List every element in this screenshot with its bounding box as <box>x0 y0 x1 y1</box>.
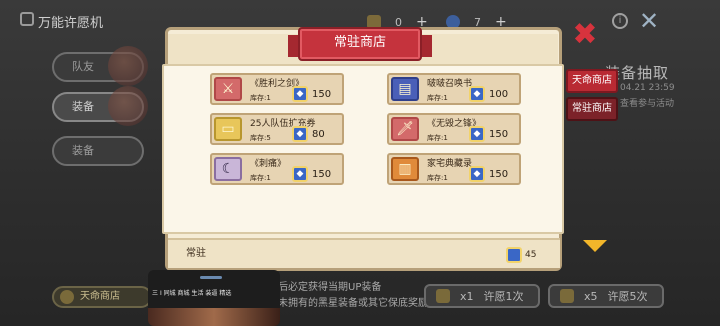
sword-icon: ⚔ <box>214 77 242 101</box>
banner-event-link[interactable]: 查看参与活动 <box>620 96 674 109</box>
wish-once-label: 许愿1次 <box>483 290 524 303</box>
currency-count: 45 <box>525 250 537 260</box>
mini-tab-bar: 三 I 同城 商城 生活 装逼 精选 <box>152 288 276 302</box>
ticket-icon <box>560 289 574 303</box>
ticket-icon: ▭ <box>214 117 242 141</box>
item-stock: 库存:1 <box>250 94 271 102</box>
mini-tab[interactable]: 精选 <box>219 290 231 297</box>
item-stock: 库存:1 <box>427 94 448 102</box>
item-price: 150 <box>312 169 332 180</box>
wish-five-button[interactable]: x5 许愿5次 <box>548 284 664 308</box>
gem-icon: ◆ <box>469 166 485 182</box>
shop-item[interactable]: 🗡 《无毁之锋》 库存:1 ◆ 150 <box>387 113 521 149</box>
shop-item[interactable]: ▭ 25人队伍扩充券 库存:5 ◆ 80 <box>210 113 344 149</box>
item-price: 150 <box>489 129 509 140</box>
destiny-shop-label: 天命商店 <box>80 291 120 302</box>
tab-equipment-label: 装备 <box>72 100 94 113</box>
tab-destiny-shop[interactable]: 天命商店 <box>566 69 618 93</box>
info-icon[interactable]: i <box>612 13 628 29</box>
mini-tab[interactable]: I 同城 <box>160 290 176 297</box>
item-name: 家宅典藏录 <box>427 159 473 169</box>
item-price: 150 <box>312 89 332 100</box>
item-price: 150 <box>489 169 509 180</box>
gem-icon: ◆ <box>292 86 308 102</box>
wish-once-button[interactable]: x1 许愿1次 <box>424 284 540 308</box>
shop-item[interactable]: ☾ 《刺痛》 库存:1 ◆ 150 <box>210 153 344 189</box>
item-stock: 库存:1 <box>427 134 448 142</box>
destiny-shop-button[interactable]: 天命商店 <box>52 286 152 308</box>
tab-teammate-label: 队友 <box>72 60 94 73</box>
wish-once-count: x1 <box>460 289 474 303</box>
wish-five-label: 许愿5次 <box>607 290 648 303</box>
banner-deadline: 04.21 23:59 <box>620 83 675 93</box>
shop-title: 常驻商店 <box>288 27 432 61</box>
tab-equipment[interactable]: 装备 <box>52 86 148 126</box>
tab-equipment-2-label: 装备 <box>72 144 94 157</box>
item-name: 啵啵召唤书 <box>427 79 473 89</box>
gem-icon: ◆ <box>469 86 485 102</box>
guarantee-note-1: 后必定获得当期UP装备 <box>278 282 382 293</box>
item-stock: 库存:1 <box>427 174 448 182</box>
ticket-icon <box>436 289 450 303</box>
page-title: 万能许愿机 <box>38 16 104 31</box>
chevron-down-icon[interactable] <box>583 240 607 252</box>
mini-tab[interactable]: 商城 <box>178 290 190 297</box>
gem-icon <box>506 247 522 263</box>
star-icon[interactable]: ✕ <box>636 8 662 34</box>
gem-icon: ◆ <box>292 166 308 182</box>
gem-icon: ◆ <box>292 126 308 142</box>
shop-icon <box>60 290 74 304</box>
blade-icon: 🗡 <box>391 117 419 141</box>
gem-icon: ◆ <box>469 126 485 142</box>
item-price: 80 <box>312 129 325 140</box>
wish-five-count: x5 <box>584 289 598 303</box>
item-price: 100 <box>489 89 509 100</box>
item-stock: 库存:1 <box>250 174 271 182</box>
shop-item[interactable]: ▤ 啵啵召唤书 库存:1 ◆ 100 <box>387 73 521 109</box>
tab-equipment-2[interactable]: 装备 <box>52 136 144 166</box>
tab-teammate[interactable]: 队友 <box>52 46 148 86</box>
scythe-icon: ☾ <box>214 157 242 181</box>
mini-tab[interactable]: 三 <box>152 290 158 297</box>
avatar <box>108 86 148 126</box>
tab-regular-shop[interactable]: 常驻商店 <box>566 97 618 121</box>
shop-footer <box>168 238 560 268</box>
tome-icon: ▥ <box>391 157 419 181</box>
guarantee-note-2: 未拥有的黑星装备或其它保底奖励 <box>278 298 428 309</box>
item-stock: 库存:5 <box>250 134 271 142</box>
book-icon: ▤ <box>391 77 419 101</box>
mini-tab[interactable]: 装逼 <box>205 290 217 297</box>
shop-item[interactable]: ⚔ 《胜利之剑》 库存:1 ◆ 150 <box>210 73 344 109</box>
mini-tab[interactable]: 生活 <box>191 290 203 297</box>
video-thumbnail[interactable] <box>148 308 280 326</box>
item-name: 《刺痛》 <box>250 159 287 169</box>
drag-handle[interactable] <box>200 276 222 279</box>
floating-app-window[interactable]: 三 I 同城 商城 生活 装逼 精选 <box>148 270 280 326</box>
footer-label: 常驻 <box>186 248 206 259</box>
close-icon[interactable]: ✖ <box>570 20 600 50</box>
shop-item[interactable]: ▥ 家宅典藏录 库存:1 ◆ 150 <box>387 153 521 189</box>
wish-machine-icon <box>20 12 34 26</box>
avatar <box>108 46 148 86</box>
